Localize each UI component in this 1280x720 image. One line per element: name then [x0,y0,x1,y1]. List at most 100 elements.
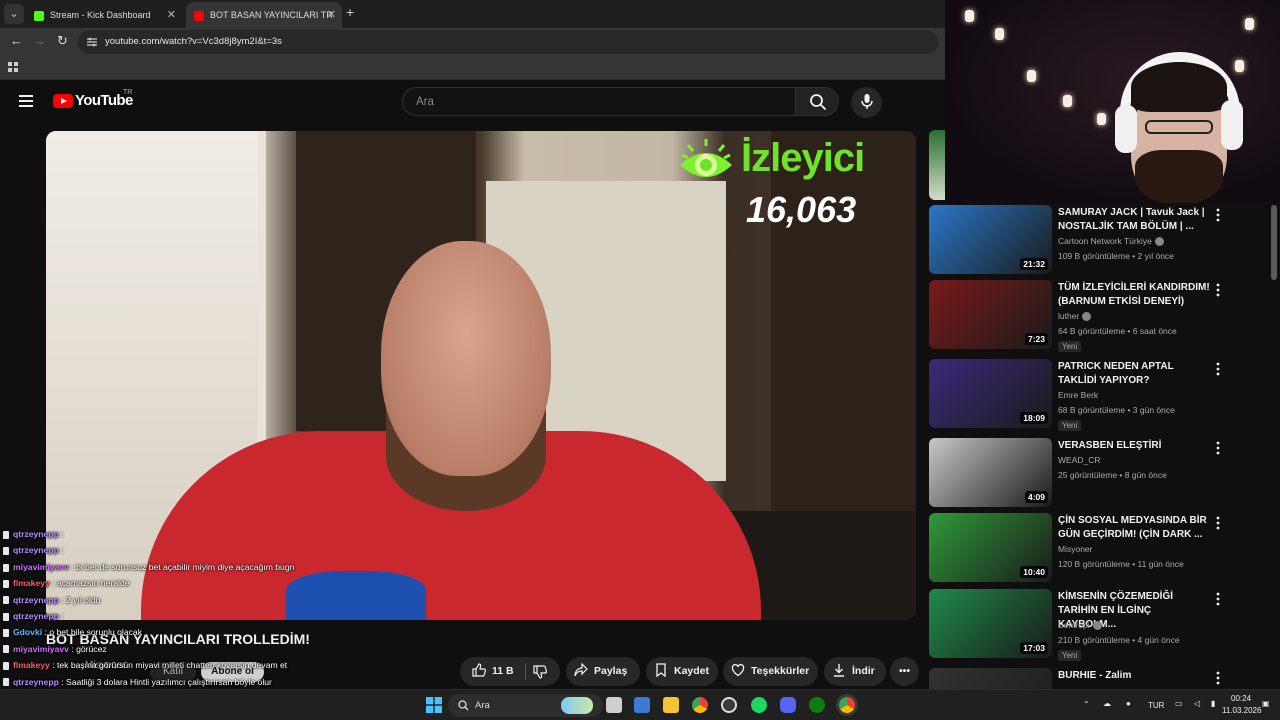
store-icon[interactable] [634,697,650,713]
url-field[interactable]: youtube.com/watch?v=Vc3d8j8ym2I&t=3s [78,30,938,54]
recommendation-thumbnail-partial[interactable] [929,130,945,200]
tray-chevron-icon[interactable]: ⌃ [1083,700,1090,709]
like-button[interactable]: 11 B [460,663,514,677]
chat-username[interactable]: qtrzeynepp [13,545,59,555]
recommendation-title[interactable]: BURHIE - Zalim [1058,669,1210,683]
streamer-hair [1131,62,1227,112]
recommendation-item[interactable]: 4:09 VERASBEN ELEŞTİRİ WEAD_CR 25 görüntüle… [929,438,1269,513]
recommendation-item[interactable]: 17:03 KİMSENİN ÇÖZEMEDİĞİ TARİHİN EN İLGİ… [929,589,1269,664]
recommendation-thumbnail[interactable]: 21:32 [929,205,1052,274]
search-highlight-icon [561,697,593,714]
recommendation-thumbnail[interactable]: 7:23 [929,280,1052,349]
recommendation-title[interactable]: TÜM İZLEYİCİLERİ KANDIRDIM! (BARNUM ETKİ… [1058,281,1210,309]
verified-check-icon [1154,237,1164,247]
more-vert-icon[interactable] [1216,671,1220,685]
chat-username[interactable]: qtrzeynepp [13,529,59,539]
video-duration: 10:40 [1020,566,1048,578]
back-icon[interactable]: ← [10,33,23,48]
chat-username[interactable]: qtrzeynepp [13,677,59,687]
forward-icon[interactable]: → [33,33,46,48]
recommendation-item[interactable]: 7:23 TÜM İZLEYİCİLERİ KANDIRDIM! (BARNUM … [929,280,1269,355]
recommendation-channel[interactable]: Misyoner [1058,544,1092,554]
notification-icon[interactable]: ▣ [1262,699,1270,708]
recommendation-thumbnail[interactable]: 4:09 [929,438,1052,507]
chat-username[interactable]: qtrzeynepp [13,611,59,621]
close-tab-icon[interactable]: ✕ [167,2,176,28]
xbox-icon[interactable] [809,697,825,713]
volume-icon[interactable]: ◁ [1194,699,1200,708]
youtube-logo-icon[interactable] [53,94,73,108]
more-vert-icon[interactable] [1216,441,1220,455]
save-button[interactable]: Kaydet [646,657,718,686]
windows-start-icon[interactable] [426,697,442,713]
task-view-icon[interactable] [606,697,622,713]
thumbs-down-icon[interactable] [533,665,547,679]
chat-username[interactable]: miyavimiyavv [13,644,69,654]
more-vert-icon[interactable] [1216,283,1220,297]
chat-text: 2 yıl oldu [66,594,101,605]
more-vert-icon[interactable] [1216,516,1220,530]
sidebar-scrollbar[interactable] [1271,205,1277,280]
spotify-icon[interactable] [751,697,767,713]
discord-icon[interactable] [780,697,796,713]
network-icon[interactable]: ▭ [1175,699,1183,708]
recommendation-channel[interactable]: Bentropi [1058,620,1102,631]
thanks-heart-icon [731,664,745,677]
tab-kick-dashboard[interactable]: Stream - Kick Dashboard ✕ [26,2,184,28]
thanks-button[interactable]: Teşekkürler [723,657,818,686]
recommendation-item[interactable]: 10:40 ÇİN SOSYAL MEDYASINDA BİR GÜN GEÇİR… [929,513,1269,588]
share-button[interactable]: Paylaş [566,657,640,686]
clock-date[interactable]: 11.03.2026 [1222,706,1261,715]
more-vert-icon[interactable] [1216,592,1220,606]
chat-username[interactable]: flmakeyy [13,660,50,670]
recommendation-title[interactable]: SAMURAY JACK | Tavuk Jack | NOSTALJİK TA… [1058,206,1210,234]
search-button[interactable] [795,87,839,116]
chat-username[interactable]: flmakeyy [13,578,50,588]
tab-youtube-video[interactable]: BOT BASAN YAYINCILARI TR ✕ [186,2,342,28]
recommendation-thumbnail[interactable]: 10:40 [929,513,1052,582]
input-language[interactable]: TUR [1148,701,1164,710]
recommendation-title[interactable]: PATRICK NEDEN APTAL TAKLİDİ YAPIYOR? [1058,360,1210,388]
chat-username[interactable]: Gdovki [13,627,42,637]
recommendation-title[interactable]: VERASBEN ELEŞTİRİ [1058,439,1210,453]
recommendation-channel[interactable]: Emre Berk [1058,390,1098,400]
recommendation-item[interactable]: 21:32 SAMURAY JACK | Tavuk Jack | NOSTALJ… [929,205,1269,280]
apps-grid-icon[interactable] [8,62,19,73]
taskbar-search[interactable]: Ara [448,694,603,717]
file-explorer-icon[interactable] [663,697,679,713]
new-tab-icon[interactable]: + [346,4,354,20]
tab-search-button[interactable]: ⌄ [4,4,24,24]
recommendation-item[interactable]: 18:09 PATRICK NEDEN APTAL TAKLİDİ YAPIYOR… [929,359,1269,434]
search-input[interactable]: Ara [402,87,795,116]
download-button[interactable]: İndir [824,657,886,686]
cloud-icon[interactable]: ☁ [1103,699,1111,708]
more-vert-icon[interactable] [1216,362,1220,376]
string-light [965,10,974,22]
chat-username[interactable]: qtrzeynepp [13,595,59,605]
recommendation-channel[interactable]: WEAD_CR [1058,455,1101,465]
recommendation-channel[interactable]: luther [1058,311,1092,322]
reload-icon[interactable]: ↻ [57,33,68,49]
recommendation-thumbnail[interactable]: 17:03 [929,589,1052,658]
recommendation-thumbnail[interactable]: 18:09 [929,359,1052,428]
new-badge: Yeni [1058,420,1082,431]
chat-badge-icon [3,661,9,670]
chrome-active-icon[interactable] [839,697,855,713]
voice-search-button[interactable] [851,87,882,118]
close-tab-icon[interactable]: ✕ [327,2,336,28]
chat-separator: : [58,594,67,605]
menu-icon[interactable] [19,95,33,107]
recommendation-title[interactable]: ÇİN SOSYAL MEDYASINDA BİR GÜN GEÇİRDİM! … [1058,514,1210,542]
clock-time[interactable]: 00:24 [1231,694,1251,703]
microphone-tray-icon[interactable]: ● [1126,699,1131,708]
url-text: youtube.com/watch?v=Vc3d8j8ym2I&t=3s [105,36,282,47]
recommendation-channel[interactable]: Cartoon Network Türkiye [1058,236,1164,247]
site-info-icon[interactable] [87,37,97,47]
obs-icon[interactable] [721,697,737,713]
new-badge: Yeni [1058,341,1082,352]
chat-username[interactable]: miyavimiyavv [13,562,69,572]
more-actions-button[interactable]: ••• [890,657,919,686]
battery-icon[interactable]: ▮ [1211,699,1215,708]
more-vert-icon[interactable] [1216,208,1220,222]
chrome-icon[interactable] [692,697,708,713]
